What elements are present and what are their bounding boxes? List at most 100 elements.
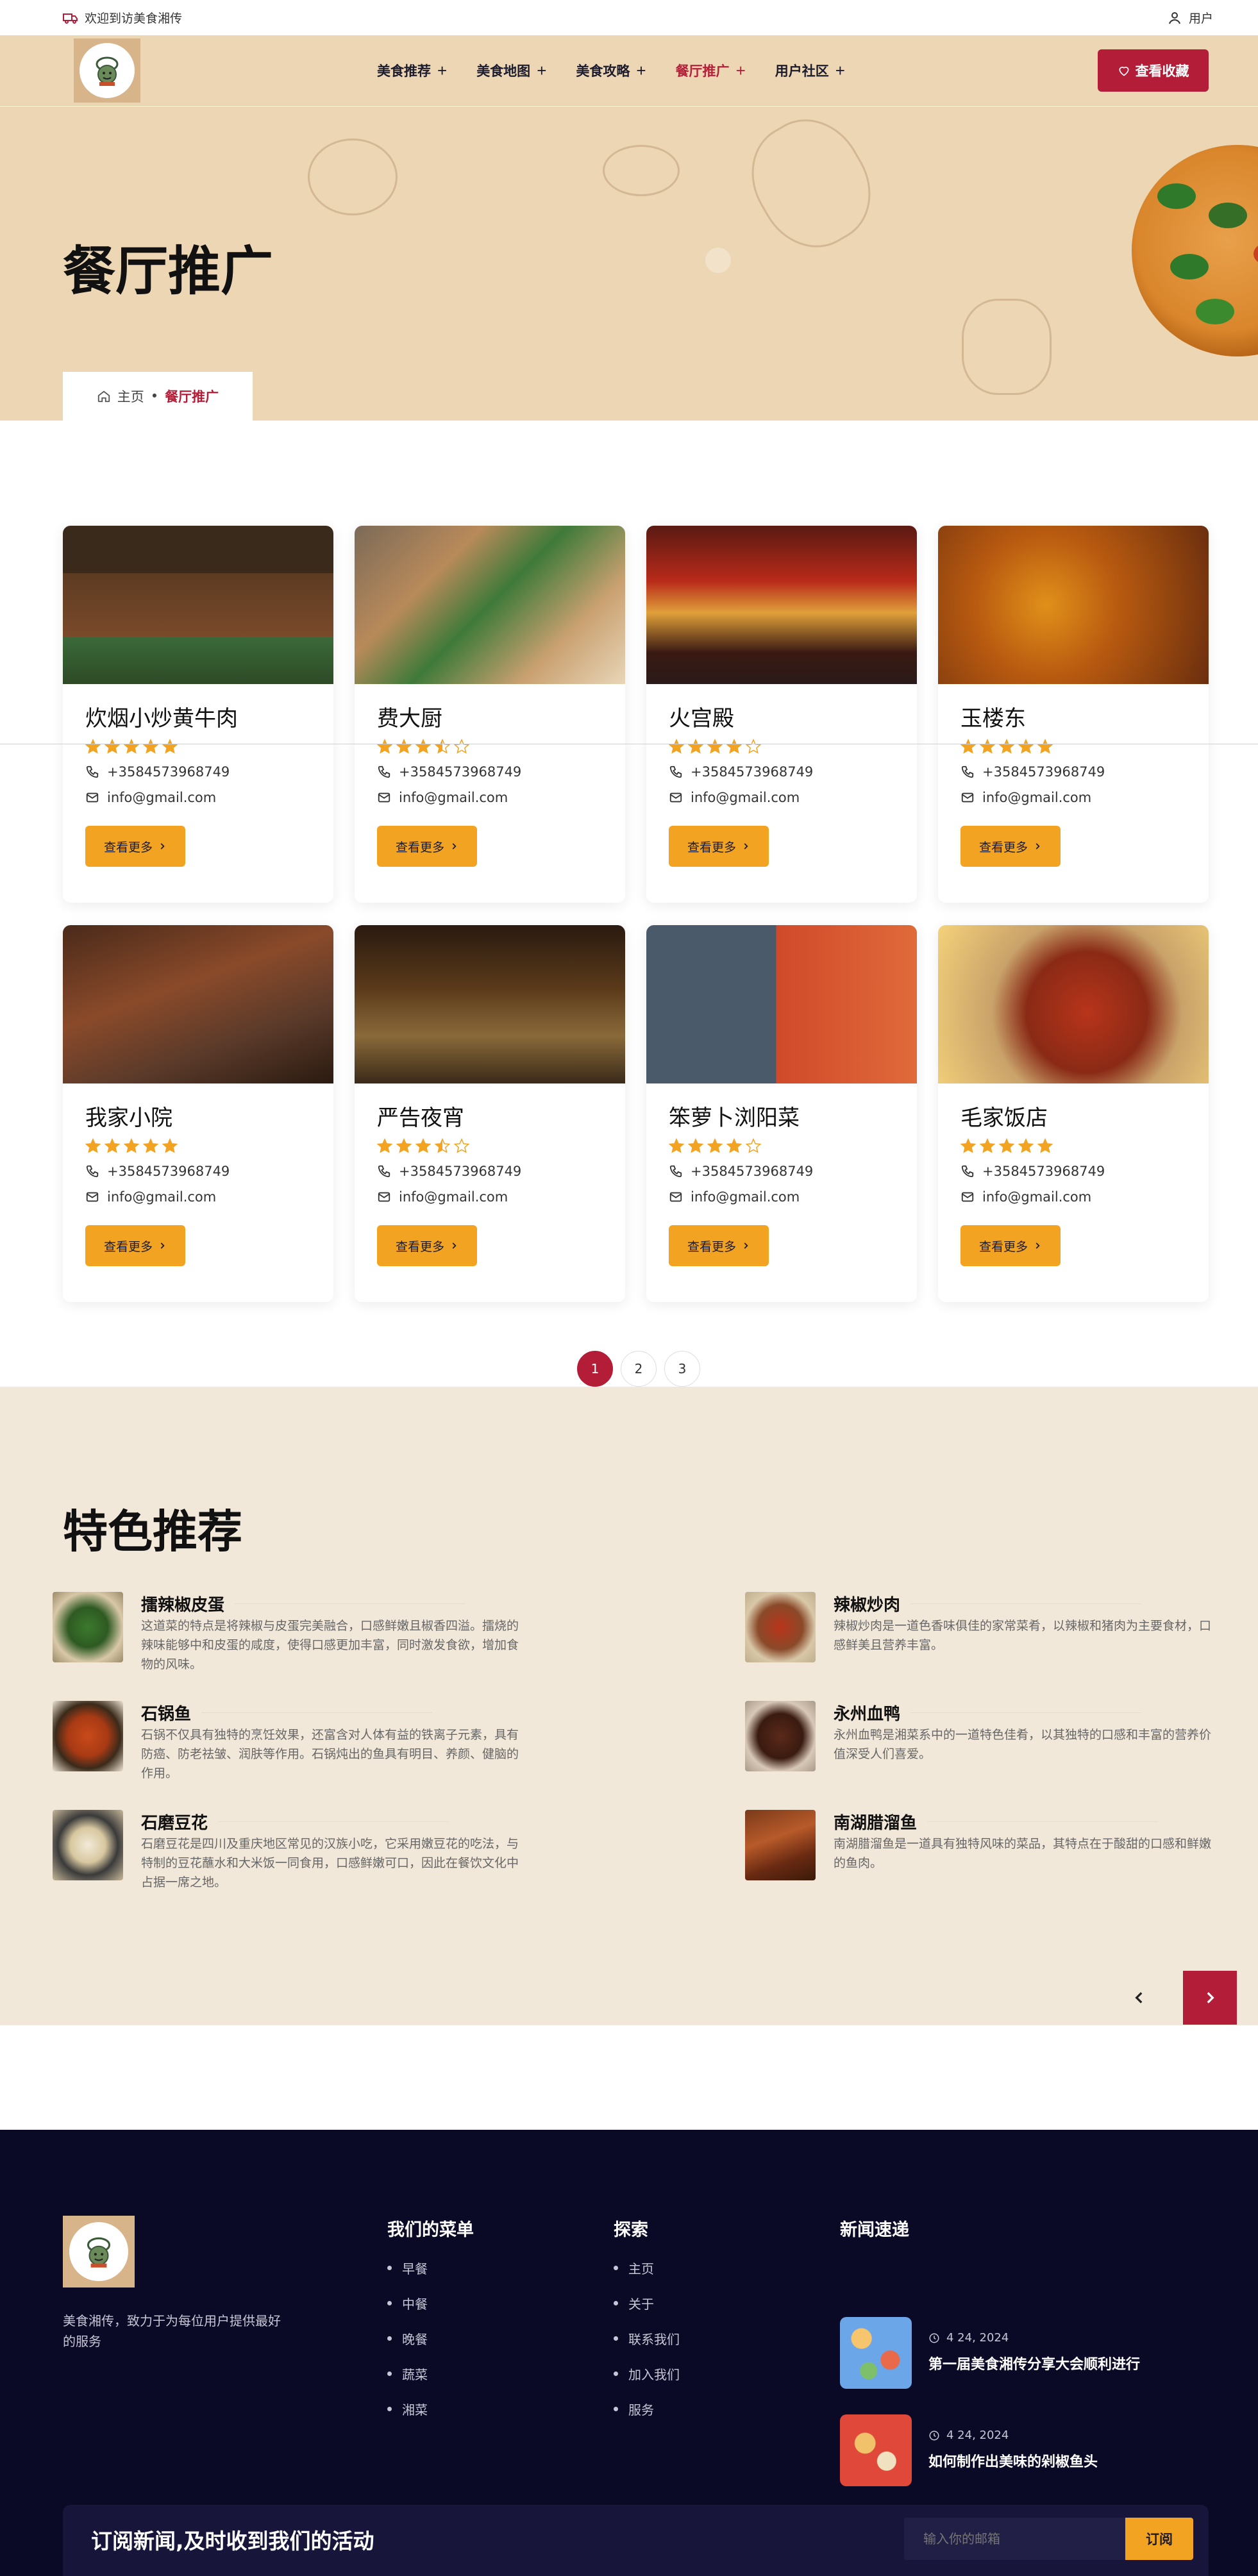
dish-divider <box>910 1712 1142 1713</box>
dish-name-row: 石磨豆花 <box>141 1810 449 1834</box>
nav-menu: 美食推荐 + 美食地图 + 美食攻略 + 餐厅推广 + 用户社区 + <box>377 35 845 106</box>
phone-row: +3584573968749 <box>85 764 311 780</box>
footer-menu-item[interactable]: 早餐 <box>387 2259 474 2277</box>
dish-item[interactable]: 辣椒炒肉 辣椒炒肉是一道色香味俱佳的家常菜肴，以辣椒和猪肉为主要食材，口感鲜美且… <box>745 1592 1211 1682</box>
restaurant-photo[interactable] <box>646 925 917 1083</box>
star-filled-icon <box>377 739 392 754</box>
mail-icon <box>961 792 974 803</box>
email-row: info@gmail.com <box>669 790 894 805</box>
page-button-1[interactable]: 1 <box>577 1351 613 1387</box>
star-filled-icon <box>999 1138 1014 1153</box>
restaurant-photo[interactable] <box>938 925 1209 1083</box>
news-title[interactable]: 如何制作出美味的剁椒鱼头 <box>928 2450 1098 2471</box>
view-more-button[interactable]: 查看更多 <box>669 826 769 867</box>
footer-explore-item[interactable]: 关于 <box>614 2294 680 2313</box>
footer-menu-item[interactable]: 晚餐 <box>387 2329 474 2348</box>
breadcrumb-home[interactable]: 主页 <box>117 387 144 406</box>
view-more-button[interactable]: 查看更多 <box>377 1225 477 1266</box>
footer-explore-item[interactable]: 加入我们 <box>614 2364 680 2383</box>
decor-egg-outline <box>603 145 680 196</box>
footer-menu-item[interactable]: 湘菜 <box>387 2400 474 2418</box>
news-item[interactable]: 4 24, 2024 第一届美食湘传分享大会顺利进行 <box>840 2317 1199 2389</box>
view-more-button[interactable]: 查看更多 <box>377 826 477 867</box>
star-filled-icon <box>162 739 178 754</box>
star-filled-icon <box>143 1138 158 1153</box>
view-more-button[interactable]: 查看更多 <box>960 1225 1061 1266</box>
user-link[interactable]: 用户 <box>1167 9 1213 26</box>
star-filled-icon <box>707 1138 723 1153</box>
dish-name-row: 南湖腊溜鱼 <box>834 1810 1159 1834</box>
restaurant-phone: +3584573968749 <box>982 764 1105 780</box>
mail-icon <box>669 792 682 803</box>
news-item[interactable]: 4 24, 2024 如何制作出美味的剁椒鱼头 <box>840 2414 1199 2486</box>
subscribe-button[interactable]: 订阅 <box>1125 2518 1193 2560</box>
footer-logo[interactable] <box>63 2216 135 2287</box>
dish-description: 永州血鸭是湘菜系中的一道特色佳肴，以其独特的口感和丰富的营养价值深受人们喜爱。 <box>834 1728 1212 1761</box>
restaurant-email: info@gmail.com <box>691 1189 800 1205</box>
footer-menu-item[interactable]: 中餐 <box>387 2294 474 2313</box>
dish-item[interactable]: 擂辣椒皮蛋 这道菜的特点是将辣椒与皮蛋完美融合，口感鲜嫩且椒香四溢。擂烧的辣味能… <box>53 1592 519 1682</box>
phone-row: +3584573968749 <box>960 764 1186 780</box>
footer-menu-item[interactable]: 蔬菜 <box>387 2364 474 2383</box>
restaurant-card[interactable]: 火宫殿 +3584573968749 info@gmail.com 查看更多 <box>646 526 917 903</box>
restaurant-card[interactable]: 玉楼东 +3584573968749 info@gmail.com 查看更多 <box>938 526 1209 903</box>
next-arrow-button[interactable] <box>1183 1971 1237 2025</box>
restaurant-photo[interactable] <box>63 526 333 684</box>
dish-item[interactable]: 石磨豆花 石磨豆花是四川及重庆地区常见的汉族小吃，它采用嫩豆花的吃法，与特制的豆… <box>53 1810 519 1900</box>
nav-item-food-recommend[interactable]: 美食推荐 + <box>377 61 447 80</box>
restaurant-info: 严告夜宵 +3584573968749 info@gmail.com 查看更多 <box>355 1083 625 1266</box>
user-icon <box>1169 12 1180 24</box>
nav-item-label: 餐厅推广 <box>675 64 730 79</box>
star-half-icon <box>435 1138 450 1153</box>
star-filled-icon <box>105 739 120 754</box>
rating-stars <box>960 1138 1186 1153</box>
restaurant-card[interactable]: 炊烟小炒黄牛肉 +3584573968749 info@gmail.com 查看… <box>63 526 333 903</box>
restaurant-photo[interactable] <box>646 526 917 684</box>
main-nav: 美食推荐 + 美食地图 + 美食攻略 + 餐厅推广 + 用户社区 + 查看收藏 <box>0 35 1258 106</box>
nav-item-restaurant-promo[interactable]: 餐厅推广 + <box>676 61 746 80</box>
email-input[interactable] <box>904 2518 1126 2560</box>
restaurant-email: info@gmail.com <box>107 790 217 805</box>
nav-item-community[interactable]: 用户社区 + <box>775 61 845 80</box>
dish-item[interactable]: 南湖腊溜鱼 南湖腊溜鱼是一道具有独特风味的菜品，其特点在于酸甜的口感和鲜嫩的鱼肉… <box>745 1810 1211 1900</box>
prev-arrow-button[interactable] <box>1112 1971 1166 2025</box>
chevron-right-icon <box>160 1242 165 1249</box>
star-filled-icon <box>726 739 742 754</box>
mail-icon <box>86 1192 99 1202</box>
restaurant-card[interactable]: 费大厨 +3584573968749 info@gmail.com 查看更多 <box>355 526 625 903</box>
restaurant-name: 炊烟小炒黄牛肉 <box>85 706 238 732</box>
restaurant-card[interactable]: 毛家饭店 +3584573968749 info@gmail.com 查看更多 <box>938 925 1209 1302</box>
restaurant-card[interactable]: 严告夜宵 +3584573968749 info@gmail.com 查看更多 <box>355 925 625 1302</box>
footer-explore-item[interactable]: 主页 <box>614 2259 680 2277</box>
page-button-2[interactable]: 2 <box>621 1351 657 1387</box>
site-logo[interactable] <box>74 38 140 103</box>
view-favorites-button[interactable]: 查看收藏 <box>1098 49 1209 92</box>
view-more-button[interactable]: 查看更多 <box>960 826 1061 867</box>
email-row: info@gmail.com <box>960 1189 1186 1205</box>
view-more-button[interactable]: 查看更多 <box>669 1225 769 1266</box>
restaurant-photo[interactable] <box>63 925 333 1083</box>
decor-burger-outline <box>308 138 398 215</box>
restaurant-info: 炊烟小炒黄牛肉 +3584573968749 info@gmail.com 查看… <box>63 684 333 867</box>
dish-item[interactable]: 石锅鱼 石锅不仅具有独特的烹饪效果，还富含对人体有益的铁离子元素，具有防癌、防老… <box>53 1701 519 1791</box>
page-button-3[interactable]: 3 <box>664 1351 700 1387</box>
view-more-button[interactable]: 查看更多 <box>85 826 185 867</box>
dish-thumbnail <box>745 1810 816 1880</box>
dish-item[interactable]: 永州血鸭 永州血鸭是湘菜系中的一道特色佳肴，以其独特的口感和丰富的营养价值深受人… <box>745 1701 1211 1791</box>
nav-item-food-guide[interactable]: 美食攻略 + <box>576 61 646 80</box>
restaurant-photo[interactable] <box>938 526 1209 684</box>
restaurant-photo[interactable] <box>355 925 625 1083</box>
news-title[interactable]: 第一届美食湘传分享大会顺利进行 <box>928 2353 1140 2373</box>
restaurant-card[interactable]: 我家小院 +3584573968749 info@gmail.com 查看更多 <box>63 925 333 1302</box>
clock-icon <box>929 2333 939 2343</box>
view-more-label: 查看更多 <box>395 840 444 855</box>
footer-explore-item[interactable]: 服务 <box>614 2400 680 2418</box>
chevron-right-icon <box>744 843 748 849</box>
nav-item-food-map[interactable]: 美食地图 + <box>476 61 546 80</box>
footer-explore-item[interactable]: 联系我们 <box>614 2329 680 2348</box>
restaurant-photo[interactable] <box>355 526 625 684</box>
phone-row: +3584573968749 <box>669 764 894 780</box>
restaurant-card[interactable]: 笨萝卜浏阳菜 +3584573968749 info@gmail.com 查看更… <box>646 925 917 1302</box>
restaurant-info: 毛家饭店 +3584573968749 info@gmail.com 查看更多 <box>938 1083 1209 1266</box>
view-more-button[interactable]: 查看更多 <box>85 1225 185 1266</box>
